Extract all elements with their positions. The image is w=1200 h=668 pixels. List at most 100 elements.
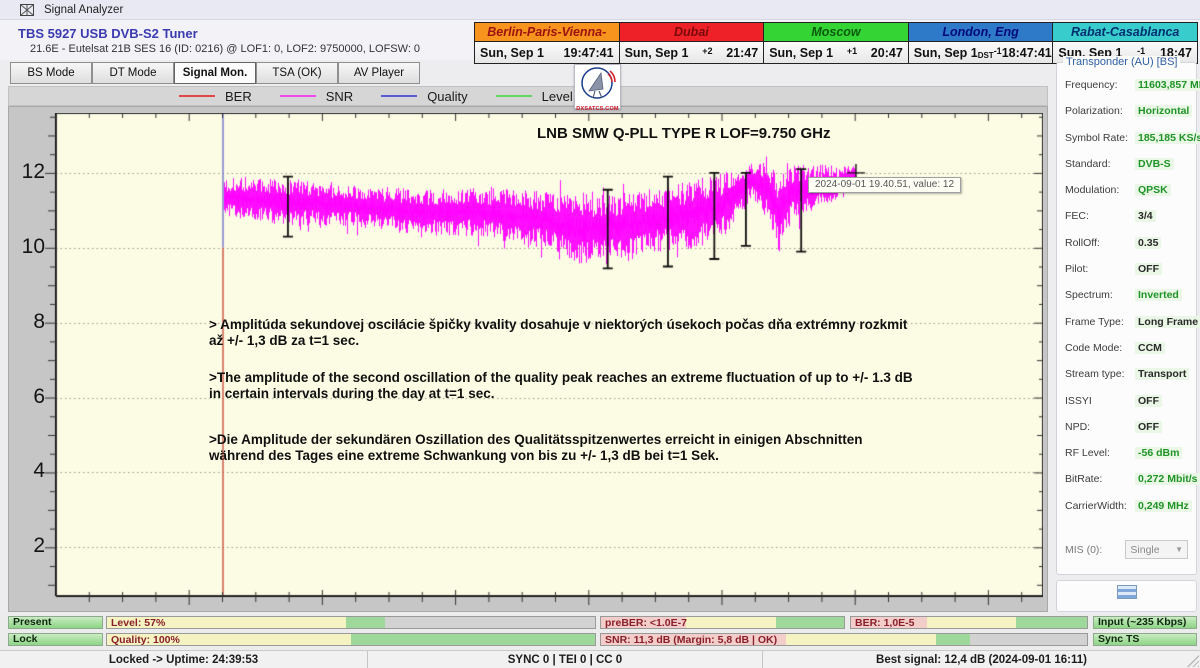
tp-row-npd: NPD:OFF <box>1065 421 1188 447</box>
stream-icon[interactable] <box>1117 585 1137 599</box>
clock-date: Sun, Sep 1 <box>769 46 833 60</box>
tp-label: Stream type: <box>1065 368 1135 380</box>
chart-title: LNB SMW Q-PLL TYPE R LOF=9.750 GHz <box>537 125 831 142</box>
clock-time-row: Sun, Sep 1 +2 21:47 <box>620 42 764 63</box>
tp-value: OFF <box>1135 421 1162 433</box>
tp-value: 0,272 Mbit/s <box>1135 473 1200 485</box>
tp-value: -56 dBm <box>1135 447 1182 459</box>
tp-row-stream-type: Stream type:Transport <box>1065 368 1188 394</box>
tuner-title: TBS 5927 USB DVB-S2 Tuner <box>18 26 198 41</box>
tab-bs-mode[interactable]: BS Mode <box>10 62 92 84</box>
tp-label: Spectrum: <box>1065 289 1135 301</box>
cursor-tooltip: 2024-09-01 19.40.51, value: 12 <box>808 177 961 193</box>
tp-value: 11603,857 MHz <box>1135 79 1200 91</box>
bar-segment <box>936 634 970 645</box>
level-bar: Level: 57% <box>106 616 596 629</box>
clock-time: 18:47:41 <box>1002 46 1052 60</box>
tp-label: Code Mode: <box>1065 342 1135 354</box>
lock-badge: Lock <box>8 633 103 646</box>
tp-row-standard: Standard:DVB-S <box>1065 158 1188 184</box>
signal-status-bars: Present Level: 57% preBER: <1.0E-7 BER: … <box>0 613 1200 650</box>
clock-time: 21:47 <box>726 46 758 60</box>
tp-row-fec: FEC:3/4 <box>1065 210 1188 236</box>
tp-value: Horizontal <box>1135 105 1192 117</box>
tp-row-modulation: Modulation:QPSK <box>1065 184 1188 210</box>
present-badge: Present <box>8 616 103 629</box>
sync-ts-badge: Sync TS <box>1093 633 1197 646</box>
clock-date: Sun, Sep 1 <box>625 46 689 60</box>
tp-row-spectrum: Spectrum:Inverted <box>1065 289 1188 315</box>
tp-row-bitrate: BitRate:0,272 Mbit/s <box>1065 473 1188 499</box>
logo-text: DXSATCS.COM <box>575 106 620 112</box>
quality-line-swatch <box>381 95 417 97</box>
chart-annotations: > Amplitúda sekundovej oscilácie špičky … <box>209 317 915 464</box>
clock-date: Sun, Sep 1 <box>914 46 978 60</box>
tp-row-pilot: Pilot:OFF <box>1065 263 1188 289</box>
snr-bar-label: SNR: 11,3 dB (Margin: 5,8 dB | OK) <box>605 634 777 646</box>
tp-value: 0,249 MHz <box>1135 500 1192 512</box>
tp-value: 185,185 KS/s <box>1135 132 1200 144</box>
legend-item-ber: BER <box>179 89 252 104</box>
clock-offset: DST-1 <box>978 46 1002 60</box>
signal-chart-frame: 24681012 LNB SMW Q-PLL TYPE R LOF=9.750 … <box>8 106 1048 612</box>
ber-line-swatch <box>179 95 215 97</box>
preber-bar: preBER: <1.0E-7 <box>600 616 845 629</box>
y-tick-label: 6 <box>15 385 45 409</box>
y-tick-label: 2 <box>15 534 45 558</box>
tp-value: Inverted <box>1135 289 1182 301</box>
window-titlebar: Signal Analyzer <box>0 0 1200 20</box>
tp-row-code-mode: Code Mode:CCM <box>1065 342 1188 368</box>
tab-signal-mon[interactable]: Signal Mon. <box>174 62 256 84</box>
level-bar-label: Level: 57% <box>111 617 165 629</box>
clock-city-label: London, Eng <box>909 23 1053 42</box>
quality-bar-label: Quality: 100% <box>111 634 180 646</box>
mis-label: MIS (0): <box>1065 544 1125 556</box>
y-tick-label: 10 <box>15 235 45 259</box>
tp-label: CarrierWidth: <box>1065 500 1135 512</box>
status-lock-uptime: Locked -> Uptime: 24:39:53 <box>0 651 368 668</box>
tab-av-player[interactable]: AV Player <box>338 62 420 84</box>
tp-row-frequency: Frequency:11603,857 MHz <box>1065 79 1188 105</box>
bar-segment <box>786 634 937 645</box>
mis-dropdown[interactable]: Single ▼ <box>1125 540 1188 559</box>
legend-item-snr: SNR <box>280 89 353 104</box>
preber-bar-label: preBER: <1.0E-7 <box>605 617 687 629</box>
legend-label: SNR <box>326 89 353 104</box>
clock-berlin: Berlin-Paris-Vienna-Roma Sun, Sep 1 19:4… <box>474 22 620 64</box>
chevron-down-icon: ▼ <box>1175 545 1183 554</box>
clock-city-label: Rabat-Casablanca <box>1053 23 1197 42</box>
bar-segment <box>1016 617 1087 628</box>
status-bar: Locked -> Uptime: 24:39:53 SYNC 0 | TEI … <box>0 650 1200 668</box>
satellite-dish-icon <box>575 65 620 101</box>
y-tick-label: 8 <box>15 310 45 334</box>
annotation-de: >Die Amplitude der sekundären Oszillatio… <box>209 432 915 464</box>
tp-label: Standard: <box>1065 158 1135 170</box>
transponder-panel-title: Transponder (AU) [BS] <box>1063 56 1180 68</box>
resize-grip[interactable] <box>1187 655 1199 667</box>
tp-label: Polarization: <box>1065 105 1135 117</box>
clock-london: London, Eng Sun, Sep 1 DST-1 18:47:41 <box>909 22 1054 64</box>
tp-label: RF Level: <box>1065 447 1135 459</box>
annotation-sk: > Amplitúda sekundovej oscilácie špičky … <box>209 317 915 349</box>
legend-label: Quality <box>427 89 467 104</box>
app-icon <box>20 4 34 16</box>
transponder-panel: Transponder (AU) [BS] Frequency:11603,85… <box>1056 62 1197 575</box>
tp-row-carrier-width: CarrierWidth:0,249 MHz <box>1065 500 1188 526</box>
tp-label: FEC: <box>1065 210 1135 222</box>
bar-segment <box>686 617 776 628</box>
tp-label: Modulation: <box>1065 184 1135 196</box>
mis-selected-value: Single <box>1130 544 1159 556</box>
tp-value: Transport <box>1135 368 1189 380</box>
bar-segment <box>385 617 595 628</box>
tp-value: DVB-S <box>1135 158 1174 170</box>
ber-bar-label: BER: 1,0E-5 <box>855 617 915 629</box>
tab-dt-mode[interactable]: DT Mode <box>92 62 174 84</box>
stream-box <box>1056 580 1197 612</box>
tp-label: ISSYI <box>1065 395 1135 407</box>
tab-tsa[interactable]: TSA (OK) <box>256 62 338 84</box>
tp-label: NPD: <box>1065 421 1135 433</box>
tp-row-symbol-rate: Symbol Rate:185,185 KS/s <box>1065 132 1188 158</box>
clock-dubai: Dubai Sun, Sep 1 +2 21:47 <box>620 22 765 64</box>
bar-segment <box>927 617 1017 628</box>
tp-label: Pilot: <box>1065 263 1135 275</box>
